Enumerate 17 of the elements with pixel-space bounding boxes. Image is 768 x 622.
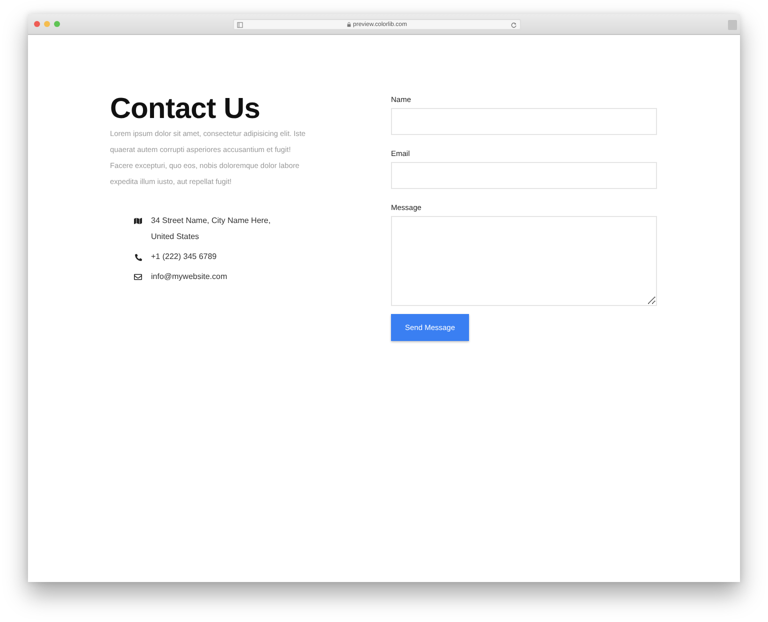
lock-icon xyxy=(346,22,351,27)
map-icon xyxy=(134,217,142,225)
reload-icon[interactable] xyxy=(511,22,517,28)
sidebar-icon[interactable] xyxy=(237,22,243,28)
message-field[interactable] xyxy=(391,216,657,306)
sidebar-toggle-button[interactable] xyxy=(728,20,737,30)
email-text: info@mywebsite.com xyxy=(151,271,228,283)
maximize-window-button[interactable] xyxy=(54,21,60,27)
page-heading: Contact Us xyxy=(110,92,260,126)
input-field[interactable] xyxy=(391,162,657,189)
close-window-button[interactable] xyxy=(34,21,40,27)
envelope-icon xyxy=(134,273,142,281)
phone-text: +1 (222) 345 6789 xyxy=(151,251,218,263)
minimize-window-button[interactable] xyxy=(44,21,50,27)
input-field[interactable] xyxy=(391,108,657,135)
address-text: 34 Street Name, City Name Here, United States xyxy=(151,215,272,243)
phone-icon xyxy=(134,254,142,260)
